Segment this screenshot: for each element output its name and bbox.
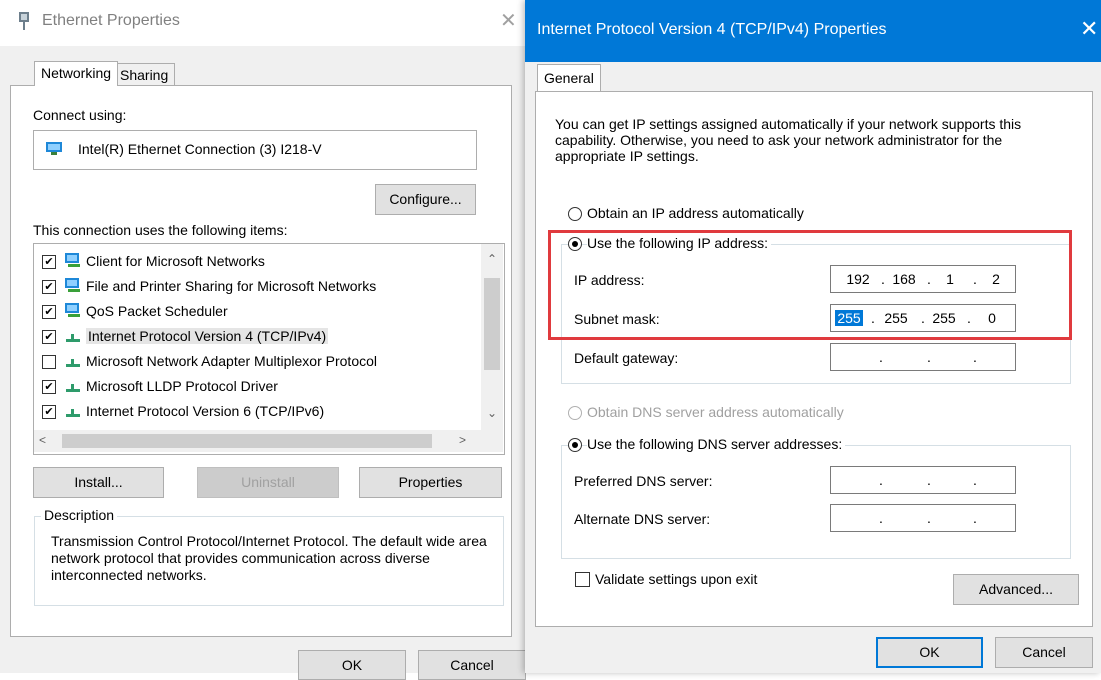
description-legend: Description <box>41 507 118 523</box>
default-gateway-field[interactable]: . . . <box>830 343 1016 371</box>
network-adapter-icon <box>19 12 29 30</box>
validate-checkbox[interactable] <box>575 572 590 587</box>
item-checkbox[interactable] <box>42 355 56 369</box>
dns-group <box>561 445 1071 559</box>
preferred-dns-label: Preferred DNS server: <box>574 473 713 489</box>
ipv4-close-icon[interactable]: ✕ <box>1080 16 1098 42</box>
horizontal-scroll-thumb[interactable] <box>62 434 432 448</box>
ipv4-window-title: Internet Protocol Version 4 (TCP/IPv4) P… <box>537 21 887 38</box>
tab-general[interactable]: General <box>537 64 601 91</box>
scroll-right-icon[interactable]: > <box>459 433 466 447</box>
ipv4-cancel-button[interactable]: Cancel <box>995 637 1093 668</box>
adapter-display: Intel(R) Ethernet Connection (3) I218-V <box>33 130 477 170</box>
list-item[interactable]: ✔ Internet Protocol Version 4 (TCP/IPv4) <box>34 325 474 349</box>
item-checkbox[interactable]: ✔ <box>42 280 56 294</box>
list-item[interactable]: Microsoft Network Adapter Multiplexor Pr… <box>34 350 474 374</box>
adns-dot-1: . <box>879 510 883 526</box>
components-list[interactable]: ✔ Client for Microsoft Networks ✔ File and … <box>33 243 505 455</box>
obtain-ip-auto-radio[interactable] <box>568 207 582 221</box>
item-label: Microsoft LLDP Protocol Driver <box>86 378 278 394</box>
item-label: Internet Protocol Version 4 (TCP/IPv4) <box>86 328 329 344</box>
scroll-down-icon[interactable]: ⌄ <box>487 406 497 420</box>
item-label: QoS Packet Scheduler <box>86 303 228 319</box>
protocol-icon <box>66 359 80 367</box>
pdns-dot-1: . <box>879 472 883 488</box>
obtain-dns-auto-radio[interactable] <box>568 406 582 420</box>
ipv4-title-bar: Internet Protocol Version 4 (TCP/IPv4) P… <box>525 0 1101 62</box>
description-group: Description Transmission Control Protoco… <box>34 507 504 606</box>
gateway-dot-3: . <box>973 349 977 365</box>
intro-text: You can get IP settings assigned automat… <box>555 116 1022 164</box>
properties-button[interactable]: Properties <box>359 467 502 498</box>
uninstall-button[interactable]: Uninstall <box>197 467 339 498</box>
default-gateway-label: Default gateway: <box>574 350 679 366</box>
ethernet-ok-button[interactable]: OK <box>298 650 406 680</box>
network-computer-icon <box>65 253 80 267</box>
protocol-icon <box>66 384 80 392</box>
highlight-box <box>548 230 1072 340</box>
horizontal-scrollbar[interactable]: < > <box>34 430 503 452</box>
ethernet-window-title: Ethernet Properties <box>42 12 180 29</box>
scroll-left-icon[interactable]: < <box>39 433 46 447</box>
list-item[interactable]: ✔ Client for Microsoft Networks <box>34 250 474 274</box>
item-label: Client for Microsoft Networks <box>86 253 265 269</box>
list-item[interactable]: ✔ File and Printer Sharing for Microsoft … <box>34 275 474 299</box>
connect-using-label: Connect using: <box>33 107 127 123</box>
install-button[interactable]: Install... <box>33 467 164 498</box>
item-checkbox[interactable]: ✔ <box>42 405 56 419</box>
adapter-name: Intel(R) Ethernet Connection (3) I218-V <box>78 141 322 157</box>
vertical-scrollbar[interactable]: ⌃ ⌄ <box>481 244 503 430</box>
ethernet-title-bar: Ethernet Properties ✕ <box>0 0 525 46</box>
alternate-dns-field[interactable]: . . . <box>830 504 1016 532</box>
vertical-scroll-thumb[interactable] <box>484 278 500 370</box>
gateway-dot-1: . <box>879 349 883 365</box>
ipv4-ok-button[interactable]: OK <box>876 637 983 668</box>
network-computer-icon <box>65 303 80 317</box>
item-label: File and Printer Sharing for Microsoft N… <box>86 278 377 294</box>
items-label: This connection uses the following items… <box>33 222 288 238</box>
item-checkbox[interactable]: ✔ <box>42 305 56 319</box>
configure-button[interactable]: Configure... <box>375 184 476 215</box>
list-item[interactable]: ✔ QoS Packet Scheduler <box>34 300 474 324</box>
list-item[interactable]: ✔ Microsoft LLDP Protocol Driver <box>34 375 474 399</box>
gateway-dot-2: . <box>927 349 931 365</box>
network-adapter-icon <box>46 142 62 155</box>
network-computer-icon <box>65 278 80 292</box>
list-item[interactable]: ✔ Internet Protocol Version 6 (TCP/IPv6) <box>34 400 474 424</box>
use-following-dns-radio[interactable] <box>568 438 582 452</box>
item-label: Internet Protocol Version 6 (TCP/IPv6) <box>86 403 325 419</box>
obtain-ip-auto-label[interactable]: Obtain an IP address automatically <box>587 205 804 221</box>
adns-dot-2: . <box>927 510 931 526</box>
ethernet-properties-window: Ethernet Properties ✕ Networking Sharing… <box>0 0 526 680</box>
item-checkbox[interactable]: ✔ <box>42 380 56 394</box>
ethernet-close-icon[interactable]: ✕ <box>500 8 517 33</box>
protocol-icon <box>66 334 80 342</box>
item-checkbox[interactable]: ✔ <box>42 255 56 269</box>
protocol-icon <box>66 409 80 417</box>
alternate-dns-label: Alternate DNS server: <box>574 511 711 527</box>
item-label: Microsoft Network Adapter Multiplexor Pr… <box>86 353 377 369</box>
use-following-dns-label[interactable]: Use the following DNS server addresses: <box>587 436 846 452</box>
pdns-dot-2: . <box>927 472 931 488</box>
advanced-button[interactable]: Advanced... <box>953 574 1079 605</box>
adns-dot-3: . <box>973 510 977 526</box>
validate-label[interactable]: Validate settings upon exit <box>595 571 757 587</box>
item-checkbox[interactable]: ✔ <box>42 330 56 344</box>
pdns-dot-3: . <box>973 472 977 488</box>
preferred-dns-field[interactable]: . . . <box>830 466 1016 494</box>
scroll-up-icon[interactable]: ⌃ <box>487 252 497 266</box>
description-text: Transmission Control Protocol/Internet P… <box>51 533 487 583</box>
ethernet-cancel-button[interactable]: Cancel <box>418 650 526 680</box>
tab-networking[interactable]: Networking <box>34 61 119 86</box>
obtain-dns-auto-label[interactable]: Obtain DNS server address automatically <box>587 404 844 420</box>
tab-sharing[interactable]: Sharing <box>113 63 176 86</box>
